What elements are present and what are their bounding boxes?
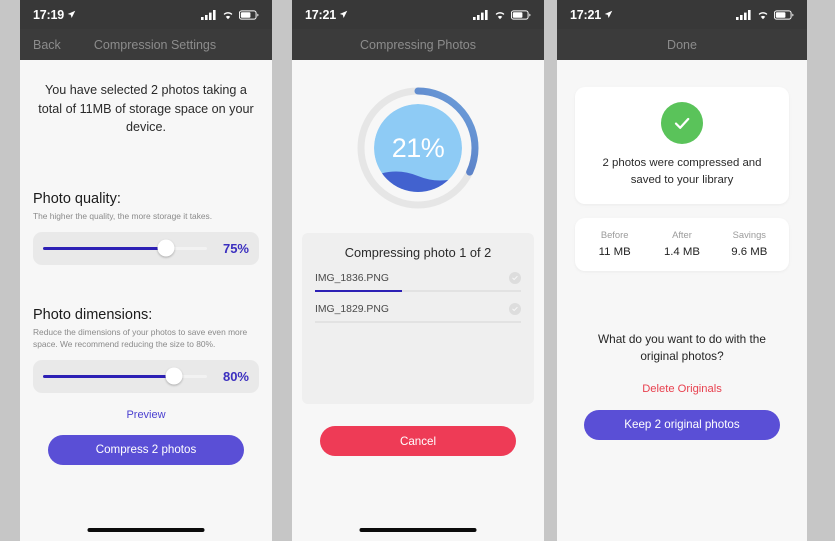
file-progress-fill bbox=[315, 290, 402, 292]
file-row: IMG_1836.PNG bbox=[315, 272, 521, 290]
battery-icon bbox=[774, 9, 794, 20]
location-arrow-icon bbox=[67, 10, 76, 19]
status-icons bbox=[736, 9, 794, 20]
photo-quality-subtitle: The higher the quality, the more storage… bbox=[33, 210, 213, 221]
photo-dimensions-track[interactable] bbox=[43, 367, 207, 385]
photo-quality-title: Photo quality: bbox=[33, 190, 121, 207]
file-row: IMG_1829.PNG bbox=[315, 303, 521, 321]
progress-percent-label: 21% bbox=[391, 132, 445, 163]
selection-summary: You have selected 2 photos taking a tota… bbox=[38, 83, 254, 135]
file-name: IMG_1829.PNG bbox=[315, 303, 389, 315]
location-arrow-icon bbox=[339, 10, 348, 19]
check-circle-icon bbox=[509, 272, 521, 284]
progress-ring-area: 21% bbox=[292, 60, 544, 212]
photo-quality-section: Photo quality: The higher the quality, t… bbox=[20, 191, 272, 265]
nav-bar: Back Compression Settings bbox=[20, 29, 272, 60]
battery-icon bbox=[511, 9, 531, 20]
nav-bar: Compressing Photos bbox=[292, 29, 544, 60]
screen-body: 2 photos were compressed and saved to yo… bbox=[557, 87, 807, 541]
success-message: 2 photos were compressed and saved to yo… bbox=[602, 157, 762, 186]
photo-dimensions-fill bbox=[43, 374, 175, 378]
stat-label: Savings bbox=[732, 229, 766, 241]
photo-dimensions-title: Photo dimensions: bbox=[33, 306, 153, 323]
clock-time: 17:19 bbox=[33, 7, 64, 22]
status-bar: 17:21 bbox=[557, 0, 807, 29]
photo-quality-thumb[interactable] bbox=[157, 239, 175, 257]
stat-value: 11 MB bbox=[598, 246, 631, 259]
preview-link[interactable]: Preview bbox=[20, 409, 272, 421]
photo-quality-fill bbox=[43, 246, 166, 250]
photo-quality-slider[interactable]: 75% bbox=[33, 231, 259, 265]
cellular-signal-icon bbox=[201, 9, 216, 20]
savings-stats: Before 11 MB After 1.4 MB Savings 9.6 MB bbox=[575, 218, 789, 272]
stat-savings: Savings 9.6 MB bbox=[716, 229, 783, 258]
delete-originals-link[interactable]: Delete Originals bbox=[557, 383, 807, 395]
photo-dimensions-section: Photo dimensions: Reduce the dimensions … bbox=[20, 307, 272, 393]
photo-quality-track[interactable] bbox=[43, 239, 207, 257]
home-indicator bbox=[359, 528, 477, 532]
keep-originals-button[interactable]: Keep 2 original photos bbox=[584, 409, 780, 440]
stat-label: Before bbox=[600, 229, 629, 241]
screenshot-stage: 17:19 Back Compression Settings You have… bbox=[0, 0, 835, 541]
cellular-signal-icon bbox=[473, 9, 488, 20]
wifi-icon bbox=[758, 11, 768, 19]
stat-value: 1.4 MB bbox=[663, 246, 701, 259]
status-clock: 17:21 bbox=[305, 8, 348, 22]
compression-progress-ring: 21% bbox=[354, 84, 482, 212]
phone-screen-compressing: 17:21 Compressing Photos 21% Compressing… bbox=[292, 0, 544, 541]
location-arrow-icon bbox=[604, 10, 613, 19]
screen-body: You have selected 2 photos taking a tota… bbox=[20, 60, 272, 541]
battery-icon bbox=[239, 9, 259, 20]
status-bar: 17:19 bbox=[20, 0, 272, 29]
stat-after: After 1.4 MB bbox=[648, 229, 715, 258]
file-progress-card: Compressing photo 1 of 2 IMG_1836.PNG IM… bbox=[302, 233, 534, 404]
clock-time: 17:21 bbox=[570, 7, 601, 22]
wifi-icon bbox=[223, 11, 233, 19]
success-card: 2 photos were compressed and saved to yo… bbox=[575, 87, 789, 205]
stat-before: Before 11 MB bbox=[581, 229, 648, 258]
check-mark-icon bbox=[661, 102, 703, 144]
page-title: Compressing Photos bbox=[359, 37, 477, 52]
home-indicator bbox=[87, 528, 205, 532]
compressing-status-text: Compressing photo 1 of 2 bbox=[344, 245, 492, 260]
file-name: IMG_1836.PNG bbox=[315, 272, 389, 284]
photo-dimensions-value: 80% bbox=[222, 368, 249, 384]
cellular-signal-icon bbox=[736, 9, 751, 20]
file-list-item: IMG_1836.PNG bbox=[315, 272, 521, 292]
photo-dimensions-subtitle: Reduce the dimensions of your photos to … bbox=[33, 326, 248, 349]
status-clock: 17:19 bbox=[33, 8, 76, 22]
screen-body: 21% Compressing photo 1 of 2 IMG_1836.PN… bbox=[292, 60, 544, 541]
page-title: Done bbox=[667, 37, 697, 52]
status-clock: 17:21 bbox=[570, 8, 613, 22]
phone-screen-compression-settings: 17:19 Back Compression Settings You have… bbox=[20, 0, 272, 541]
stat-value: 9.6 MB bbox=[731, 246, 768, 259]
wifi-icon bbox=[495, 11, 505, 19]
file-list-item: IMG_1829.PNG bbox=[315, 303, 521, 323]
photo-quality-value: 75% bbox=[222, 240, 249, 256]
check-circle-icon bbox=[509, 303, 521, 315]
clock-time: 17:21 bbox=[305, 7, 336, 22]
nav-bar: Done bbox=[557, 29, 807, 60]
compress-photos-button[interactable]: Compress 2 photos bbox=[48, 434, 244, 465]
stat-label: After bbox=[672, 229, 692, 241]
status-icons bbox=[201, 9, 259, 20]
status-bar: 17:21 bbox=[292, 0, 544, 29]
photo-dimensions-slider[interactable]: 80% bbox=[33, 359, 259, 393]
back-button[interactable]: Back bbox=[33, 38, 61, 52]
phone-screen-done: 17:21 Done 2 photos were compressed and … bbox=[557, 0, 807, 541]
file-progress-track bbox=[315, 290, 521, 292]
file-progress-track bbox=[315, 321, 521, 323]
cancel-button[interactable]: Cancel bbox=[320, 426, 516, 456]
originals-question: What do you want to do with the original… bbox=[598, 332, 766, 364]
status-icons bbox=[473, 9, 531, 20]
photo-dimensions-thumb[interactable] bbox=[165, 367, 183, 385]
